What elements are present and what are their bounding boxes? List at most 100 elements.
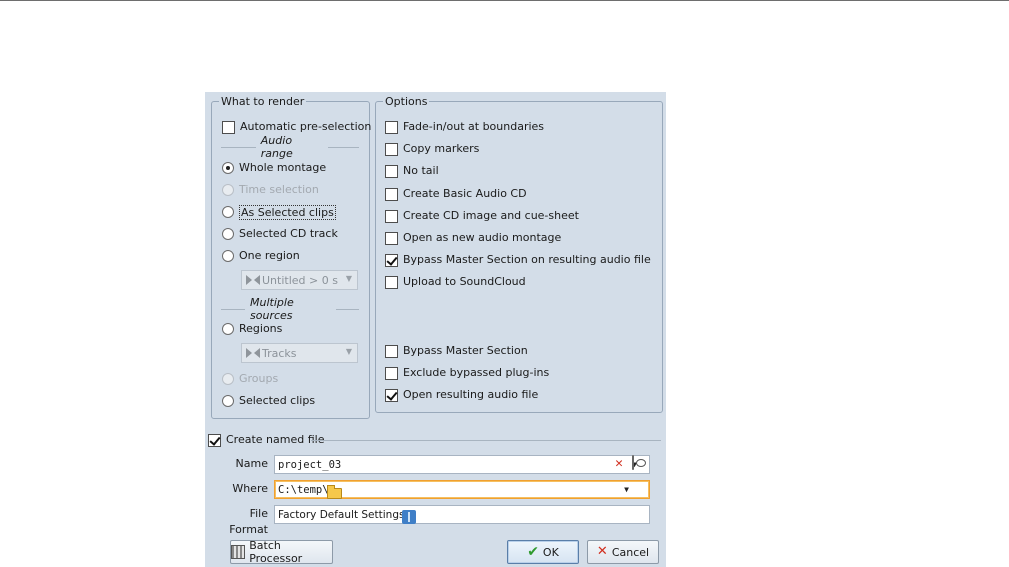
batch-processor-button[interactable]: Batch Processor — [230, 539, 333, 565]
clear-icon[interactable]: ✕ — [615, 457, 623, 470]
check-icon: ✔ — [527, 544, 539, 560]
option-bypass-master-on-file-box[interactable] — [385, 253, 398, 267]
file-format-value: Factory Default Settings — [278, 508, 405, 521]
radio-selected-clips[interactable]: Selected clips — [222, 393, 315, 409]
browse-icon[interactable] — [632, 455, 634, 470]
radio-as-selected-clips-label: As Selected clips — [239, 204, 336, 220]
option-label: Exclude bypassed plug-ins — [403, 366, 550, 379]
ok-label: OK — [542, 545, 559, 559]
option-open-as-new-montage-box[interactable] — [385, 231, 398, 245]
option-exclude-bypassed-plugins[interactable]: Exclude bypassed plug-ins — [385, 365, 549, 381]
radio-one-region[interactable]: One region — [222, 248, 300, 264]
where-input[interactable]: C:\temp\ ▼ — [274, 480, 650, 499]
multiple-sources-label: Multiple sources — [250, 296, 294, 322]
option-fade-in-out-box[interactable] — [385, 120, 398, 134]
option-open-resulting-file-box[interactable] — [385, 388, 398, 402]
option-create-cd-image[interactable]: Create CD image and cue-sheet — [385, 208, 579, 224]
option-bypass-master-section[interactable]: Bypass Master Section — [385, 343, 528, 359]
where-input-value: C:\temp\ — [278, 483, 329, 496]
radio-regions-circle[interactable] — [222, 323, 234, 335]
radio-selected-cd-track-circle[interactable] — [222, 228, 234, 240]
option-no-tail[interactable]: No tail — [385, 163, 439, 179]
chevron-down-icon: ▼ — [345, 274, 352, 283]
option-copy-markers[interactable]: Copy markers — [385, 141, 479, 157]
format-settings-icon[interactable] — [402, 509, 417, 524]
radio-selected-clips-label: Selected clips — [239, 394, 316, 407]
option-fade-in-out[interactable]: Fade-in/out at boundaries — [385, 119, 544, 135]
option-label: Create Basic Audio CD — [403, 187, 527, 200]
option-label: Bypass Master Section on resulting audio… — [403, 253, 651, 266]
option-bypass-master-on-file[interactable]: Bypass Master Section on resulting audio… — [385, 252, 651, 268]
radio-whole-montage-label: Whole montage — [239, 161, 327, 174]
file-format-label: File Format — [229, 507, 268, 536]
option-label: Fade-in/out at boundaries — [403, 120, 545, 133]
chevron-down-icon[interactable]: ▼ — [624, 485, 629, 494]
option-create-basic-audio-cd[interactable]: Create Basic Audio CD — [385, 186, 527, 202]
radio-selected-cd-track-label: Selected CD track — [239, 227, 338, 240]
option-upload-soundcloud[interactable]: Upload to SoundCloud — [385, 274, 526, 290]
automatic-preselection-label: Automatic pre-selection — [240, 120, 372, 133]
radio-as-selected-clips[interactable]: As Selected clips — [222, 204, 336, 220]
radio-groups[interactable]: Groups — [222, 371, 278, 387]
radio-groups-label: Groups — [239, 372, 279, 385]
cancel-button[interactable]: ✕ Cancel — [587, 540, 659, 564]
option-label: Bypass Master Section — [403, 344, 528, 357]
chevron-down-icon: ▼ — [345, 347, 352, 356]
radio-time-selection-circle[interactable] — [222, 184, 234, 196]
radio-one-region-circle[interactable] — [222, 250, 234, 262]
batch-processor-icon — [231, 545, 246, 559]
create-named-file-label: Create named file — [226, 433, 325, 446]
radio-groups-circle[interactable] — [222, 373, 234, 385]
window-top-border — [0, 0, 1009, 1]
radio-selected-clips-circle[interactable] — [222, 395, 234, 407]
automatic-preselection-box[interactable] — [222, 120, 235, 134]
ok-button[interactable]: ✔ OK — [507, 540, 579, 564]
create-named-file-box[interactable] — [208, 433, 221, 447]
multiple-sources-separator: Multiple sources — [221, 296, 359, 322]
tracks-select-value: Tracks — [262, 346, 297, 360]
option-label: Upload to SoundCloud — [403, 275, 526, 288]
option-upload-soundcloud-box[interactable] — [385, 275, 398, 289]
radio-selected-cd-track[interactable]: Selected CD track — [222, 226, 338, 242]
batch-processor-label: Batch Processor — [249, 539, 303, 565]
option-label: Open as new audio montage — [403, 231, 562, 244]
file-format-input[interactable]: Factory Default Settings — [274, 505, 650, 524]
option-label: No tail — [403, 164, 439, 177]
region-select[interactable]: Untitled > 0 s ▼ — [241, 270, 358, 290]
option-exclude-bypassed-plugins-box[interactable] — [385, 366, 398, 380]
name-input-value: project_03 — [278, 458, 342, 471]
region-select-value: Untitled > 0 s — [262, 273, 338, 287]
tracks-select[interactable]: Tracks ▼ — [241, 343, 358, 363]
option-no-tail-box[interactable] — [385, 164, 398, 178]
radio-regions-label: Regions — [239, 322, 283, 335]
where-label: Where — [232, 482, 268, 495]
what-to-render-legend: What to render — [219, 95, 307, 108]
option-create-cd-image-box[interactable] — [385, 209, 398, 223]
named-file-divider — [311, 440, 661, 441]
radio-as-selected-clips-circle[interactable] — [222, 206, 234, 218]
radio-whole-montage[interactable]: Whole montage — [222, 160, 326, 176]
create-named-file-checkbox[interactable]: Create named file — [208, 432, 324, 448]
option-open-resulting-file[interactable]: Open resulting audio file — [385, 387, 538, 403]
radio-regions[interactable]: Regions — [222, 321, 282, 337]
name-input[interactable]: project_03 ✕ ▼ — [274, 455, 650, 474]
option-copy-markers-box[interactable] — [385, 142, 398, 156]
option-label: Open resulting audio file — [403, 388, 539, 401]
option-open-as-new-montage[interactable]: Open as new audio montage — [385, 230, 561, 246]
options-legend: Options — [383, 95, 430, 108]
option-bypass-master-section-box[interactable] — [385, 344, 398, 358]
radio-whole-montage-circle[interactable] — [222, 162, 234, 174]
radio-one-region-label: One region — [239, 249, 300, 262]
render-dialog: What to render Automatic pre-selection A… — [205, 92, 666, 567]
radio-time-selection-label: Time selection — [239, 183, 319, 196]
folder-icon[interactable] — [326, 485, 342, 499]
automatic-preselection-checkbox[interactable]: Automatic pre-selection — [222, 119, 371, 135]
option-create-basic-audio-cd-box[interactable] — [385, 187, 398, 201]
name-label: Name — [235, 457, 268, 470]
audio-range-label: Audio range — [260, 134, 293, 160]
cancel-label: Cancel — [611, 545, 650, 559]
audio-range-separator: Audio range — [221, 134, 359, 160]
clip-icon — [246, 275, 260, 285]
option-label: Copy markers — [403, 142, 480, 155]
radio-time-selection[interactable]: Time selection — [222, 182, 319, 198]
